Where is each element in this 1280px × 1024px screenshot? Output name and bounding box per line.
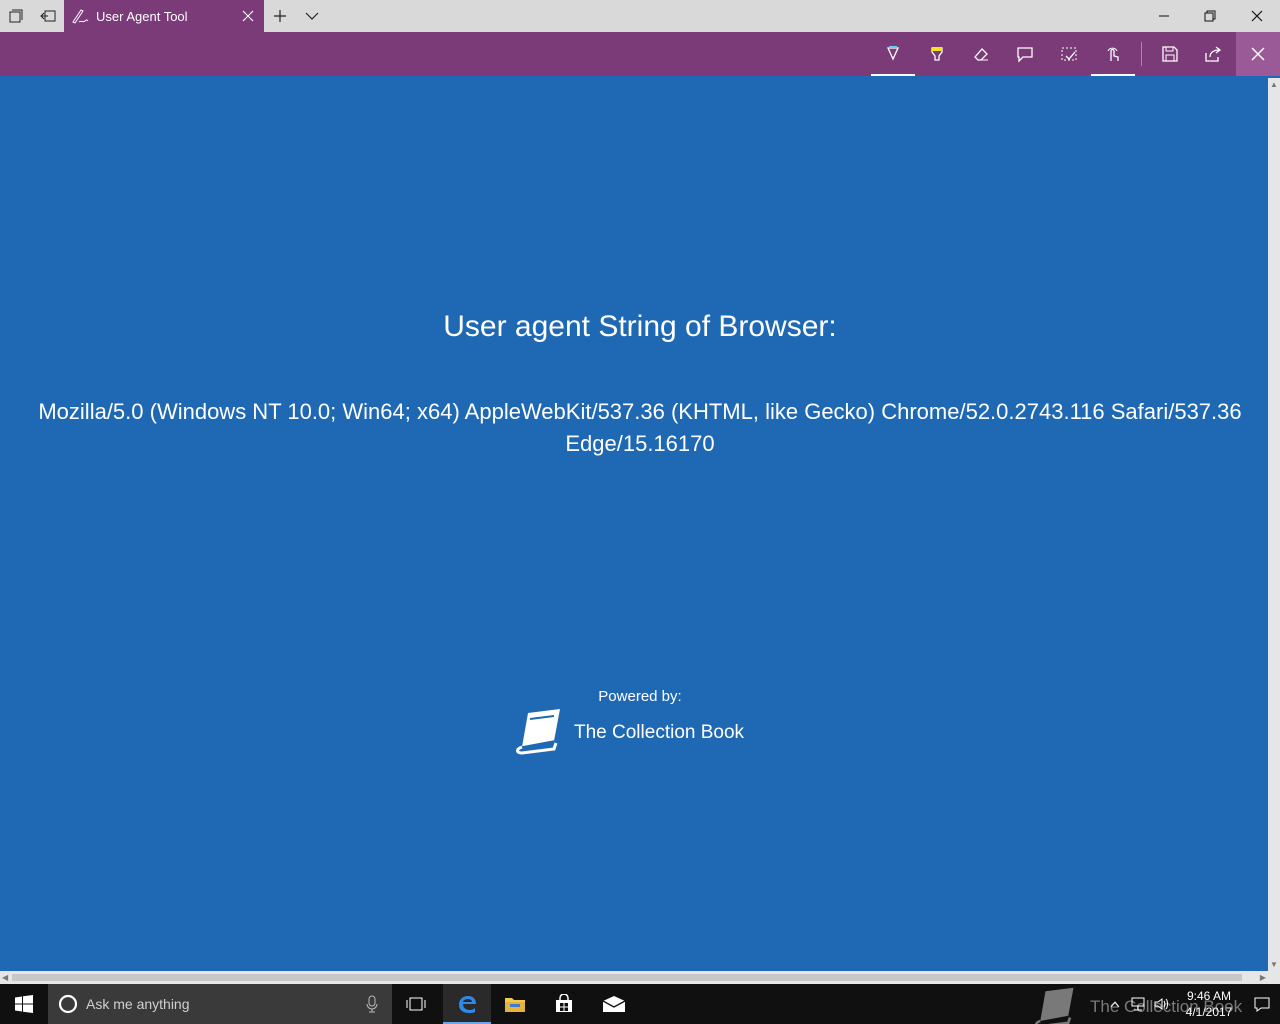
vertical-scrollbar[interactable]: ▲ ▼ xyxy=(1268,78,1280,971)
network-icon[interactable] xyxy=(1126,997,1150,1011)
new-tab-icon[interactable] xyxy=(264,0,296,32)
scroll-down-icon[interactable]: ▼ xyxy=(1270,960,1278,969)
taskbar: Ask me anything The Collection Book 9:46… xyxy=(0,984,1280,1024)
tab-close-icon[interactable] xyxy=(232,0,264,32)
microphone-icon[interactable] xyxy=(366,995,378,1013)
page-heading: User agent String of Browser: xyxy=(443,310,837,343)
powered-by-label: Powered by: xyxy=(598,688,682,705)
horizontal-scrollbar[interactable]: ◀ ▶ xyxy=(0,971,1280,984)
tabs-aside-icon[interactable] xyxy=(0,0,32,32)
search-placeholder: Ask me anything xyxy=(86,996,190,1012)
eraser-icon[interactable] xyxy=(959,32,1003,76)
close-window-icon[interactable] xyxy=(1234,0,1280,32)
scroll-right-icon[interactable]: ▶ xyxy=(1260,973,1266,982)
brand-link[interactable]: The Collection Book xyxy=(514,708,744,758)
tab-title: User Agent Tool xyxy=(96,8,188,24)
touch-writing-icon[interactable] xyxy=(1091,32,1135,76)
brand-name: The Collection Book xyxy=(574,722,745,743)
pen-signature-icon xyxy=(64,0,96,32)
minimize-icon[interactable] xyxy=(1141,0,1187,32)
system-tray: 9:46 AM 4/1/2017 xyxy=(1104,984,1280,1024)
action-center-icon[interactable] xyxy=(1244,996,1280,1012)
cortana-icon xyxy=(58,994,78,1014)
web-page: User agent String of Browser: Mozilla/5.… xyxy=(0,78,1268,971)
save-icon[interactable] xyxy=(1148,32,1192,76)
exit-inking-icon[interactable] xyxy=(1236,32,1280,76)
ballpoint-pen-icon[interactable] xyxy=(871,32,915,76)
user-agent-string: Mozilla/5.0 (Windows NT 10.0; Win64; x64… xyxy=(38,399,1242,456)
file-explorer-icon[interactable] xyxy=(491,984,539,1024)
windows-logo-icon xyxy=(15,995,33,1013)
title-bar: User Agent Tool xyxy=(0,0,1280,32)
mail-icon[interactable] xyxy=(590,984,638,1024)
set-tabs-aside-icon[interactable] xyxy=(32,0,64,32)
horizontal-scroll-thumb[interactable] xyxy=(12,974,1242,981)
active-tab[interactable]: User Agent Tool xyxy=(64,0,264,32)
start-button[interactable] xyxy=(0,984,48,1024)
cortana-search-box[interactable]: Ask me anything xyxy=(48,984,392,1024)
scroll-left-icon[interactable]: ◀ xyxy=(2,973,8,982)
share-icon[interactable] xyxy=(1191,32,1235,76)
clock-time: 9:46 AM xyxy=(1186,989,1232,1003)
inking-toolbar xyxy=(0,32,1280,76)
volume-icon[interactable] xyxy=(1150,997,1174,1011)
highlighter-icon[interactable] xyxy=(915,32,959,76)
watermark-book-icon xyxy=(1035,987,1074,1024)
restore-icon[interactable] xyxy=(1187,0,1233,32)
show-hidden-icons-chevron-icon[interactable] xyxy=(1104,1000,1126,1008)
add-note-icon[interactable] xyxy=(1003,32,1047,76)
clock-date: 4/1/2017 xyxy=(1185,1005,1233,1019)
edge-browser-icon[interactable] xyxy=(443,984,491,1024)
store-icon[interactable] xyxy=(540,984,588,1024)
clip-icon[interactable] xyxy=(1047,32,1091,76)
scroll-up-icon[interactable]: ▲ xyxy=(1270,80,1278,89)
toolbar-divider xyxy=(1141,42,1142,66)
clock[interactable]: 9:46 AM 4/1/2017 xyxy=(1174,988,1244,1020)
tab-preview-chevron-icon[interactable] xyxy=(296,0,328,32)
book-icon xyxy=(514,707,566,760)
task-view-icon[interactable] xyxy=(392,984,440,1024)
